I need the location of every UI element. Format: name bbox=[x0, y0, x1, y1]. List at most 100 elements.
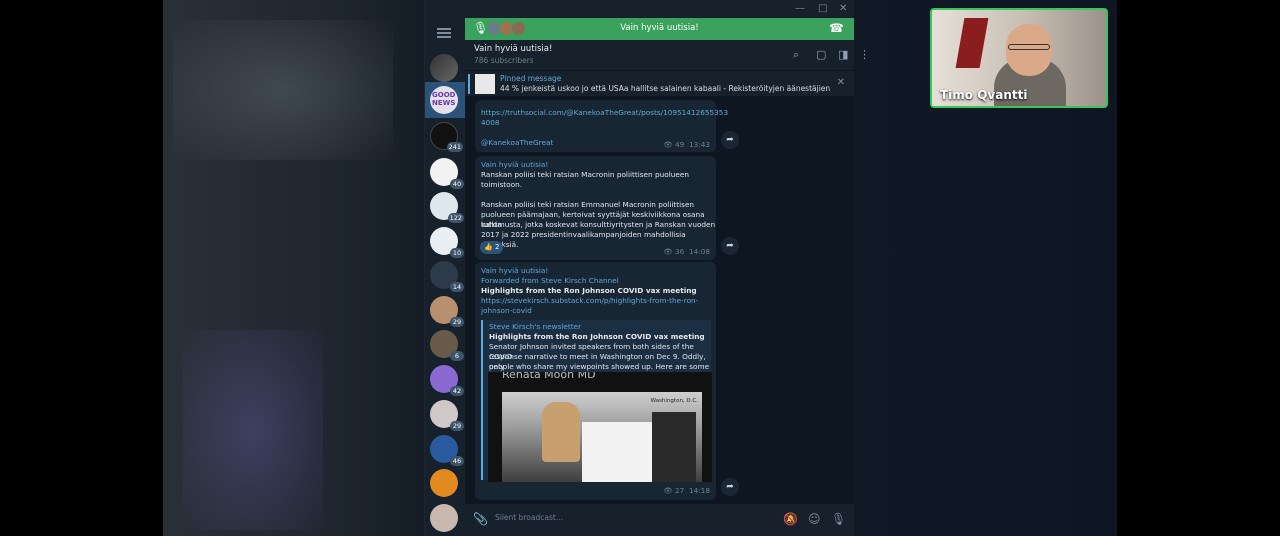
search-icon[interactable]: ⌕ bbox=[793, 48, 799, 62]
message-bubble[interactable]: Vain hyviä uutisia! Ranskan poliisi teki… bbox=[475, 156, 716, 260]
message-link[interactable]: johnson-covid bbox=[481, 306, 532, 316]
views-icon: 👁 bbox=[663, 486, 673, 495]
chat-avatar[interactable]: 29 bbox=[430, 400, 464, 431]
channel-header[interactable]: Vain hyviä uutisia! 786 subscribers ⌕ ▢ … bbox=[465, 40, 870, 70]
message-title: Highlights from the Ron Johnson COVID va… bbox=[481, 286, 697, 295]
video-sign bbox=[582, 422, 652, 482]
video-frame: Washington, D.C. bbox=[502, 392, 702, 482]
chat-avatar[interactable]: 42 bbox=[430, 365, 464, 396]
view-count: 36 bbox=[675, 247, 685, 256]
message-time: 14:08 bbox=[688, 247, 710, 256]
chat-avatar[interactable] bbox=[430, 469, 458, 497]
message-input[interactable]: Silent broadcast... bbox=[495, 513, 563, 522]
chat-list-sidebar: GOOD NEWS 241 40 122 10 14 29 6 42 29 46 bbox=[425, 18, 465, 536]
pinned-text: 44 % jenkeistä uskoo jo että USAa hallit… bbox=[500, 84, 830, 93]
message-meta: 👁 27 14:18 bbox=[663, 486, 710, 495]
background-glow bbox=[173, 20, 393, 160]
unread-badge: 6 bbox=[450, 351, 464, 361]
pinned-message-bar[interactable]: Pinned message 44 % jenkeistä uskoo jo e… bbox=[465, 70, 854, 96]
composer-bar: 📎 Silent broadcast... 🔕 ☺ 🎙 bbox=[465, 504, 854, 536]
unread-badge: 46 bbox=[450, 456, 464, 466]
message-link[interactable]: https://stevekirsch.substack.com/p/highl… bbox=[481, 296, 698, 306]
webcam-overlay: Timo Qvantti bbox=[930, 8, 1108, 108]
voice-chat-bar[interactable]: 🎙 Vain hyviä uutisia! ☎ bbox=[465, 18, 854, 40]
video-person bbox=[652, 412, 696, 482]
glasses bbox=[1008, 44, 1050, 50]
close-icon[interactable]: ✕ bbox=[837, 77, 845, 88]
unread-badge: 42 bbox=[450, 386, 464, 396]
view-count: 49 bbox=[675, 140, 685, 149]
message-sender[interactable]: Vain hyviä uutisia! bbox=[481, 266, 548, 276]
unread-badge: 29 bbox=[450, 421, 464, 431]
message-time: 13:43 bbox=[688, 140, 710, 149]
chat-avatar[interactable]: 6 bbox=[430, 330, 464, 361]
more-options-icon[interactable]: ⋮ bbox=[859, 48, 870, 61]
views-icon: 👁 bbox=[663, 247, 673, 256]
message-bubble[interactable]: Vain hyviä uutisia! Forwarded from Steve… bbox=[475, 262, 716, 500]
message-mention[interactable]: @KanekoaTheGreat bbox=[481, 138, 553, 148]
chat-avatar-good-news[interactable]: GOOD NEWS bbox=[430, 86, 458, 114]
video-person bbox=[542, 402, 580, 462]
chat-avatar[interactable]: 241 bbox=[430, 122, 463, 152]
sidebar-toggle-icon[interactable]: ◨ bbox=[838, 48, 848, 61]
message-time: 14:18 bbox=[688, 486, 710, 495]
message-sender[interactable]: Vain hyviä uutisia! bbox=[481, 160, 548, 170]
share-button[interactable]: ➦ bbox=[721, 478, 739, 496]
pinned-indicator bbox=[468, 74, 470, 94]
avatar-logo: GOOD NEWS bbox=[432, 91, 456, 107]
unread-badge: 122 bbox=[447, 213, 464, 223]
chat-avatar[interactable]: 122 bbox=[430, 192, 464, 223]
message-link[interactable]: 4008 bbox=[481, 118, 500, 128]
pinned-label: Pinned message bbox=[500, 74, 562, 83]
preview-title: Highlights from the Ron Johnson COVID va… bbox=[489, 332, 705, 341]
comments-icon[interactable]: ▢ bbox=[816, 48, 826, 61]
share-button[interactable]: ➦ bbox=[721, 131, 739, 149]
share-button[interactable]: ➦ bbox=[721, 237, 739, 255]
chat-avatar[interactable] bbox=[430, 54, 458, 82]
pinned-thumbnail bbox=[475, 74, 495, 94]
chat-avatar[interactable]: 40 bbox=[430, 158, 464, 189]
emoji-icon[interactable]: ☺ bbox=[808, 512, 821, 526]
unread-badge: 14 bbox=[450, 282, 464, 292]
message-text: tutkimusta, jotka koskevat konsulttiyrit… bbox=[481, 220, 716, 229]
unread-badge: 40 bbox=[450, 179, 464, 189]
preview-video[interactable]: Renata Moon MD Washington, D.C. bbox=[488, 372, 712, 482]
chat-avatar[interactable]: 29 bbox=[430, 296, 464, 327]
telegram-window: — □ ✕ 🎙 Vain hyviä uutisia! ☎ GOOD NEWS 2… bbox=[424, 0, 870, 536]
unread-badge: 10 bbox=[450, 248, 464, 258]
forwarded-from[interactable]: Forwarded from Steve Kirsch Channel bbox=[481, 276, 619, 286]
message-meta: 👁 36 14:08 bbox=[663, 247, 710, 256]
message-text: Ranskan poliisi teki ratsian Emmanuel Ma… bbox=[481, 200, 695, 209]
leave-call-icon[interactable]: ☎ bbox=[829, 21, 844, 35]
attach-icon[interactable]: 📎 bbox=[473, 512, 488, 526]
voice-chat-title: Vain hyviä uutisia! bbox=[620, 23, 699, 33]
view-count: 27 bbox=[675, 486, 685, 495]
reaction-chip[interactable]: 👍 2 bbox=[480, 241, 504, 254]
screen: — □ ✕ 🎙 Vain hyviä uutisia! ☎ GOOD NEWS 2… bbox=[0, 0, 1280, 536]
channel-name: Vain hyviä uutisia! bbox=[474, 44, 553, 54]
menu-icon[interactable] bbox=[437, 28, 451, 38]
background-glow bbox=[183, 330, 323, 530]
chat-avatar[interactable]: 46 bbox=[430, 435, 464, 466]
subscriber-count: 786 subscribers bbox=[474, 56, 534, 65]
chat-avatar[interactable]: 14 bbox=[430, 261, 464, 292]
window-titlebar: — □ ✕ bbox=[425, 0, 854, 18]
message-link[interactable]: https://truthsocial.com/@KanekoaTheGreat… bbox=[481, 108, 728, 118]
maximize-icon[interactable]: □ bbox=[818, 3, 827, 14]
chat-avatar[interactable]: 10 bbox=[430, 227, 464, 258]
preview-site: Steve Kirsch's newsletter bbox=[489, 322, 582, 331]
message-meta: 👁 49 13:43 bbox=[663, 140, 710, 149]
video-location: Washington, D.C. bbox=[650, 398, 698, 404]
person-head bbox=[1006, 24, 1052, 76]
message-list: https://truthsocial.com/@KanekoaTheGreat… bbox=[465, 96, 854, 504]
microphone-icon[interactable]: 🎙 bbox=[831, 512, 846, 526]
mute-notification-icon[interactable]: 🔕 bbox=[783, 512, 798, 526]
views-icon: 👁 bbox=[663, 140, 673, 149]
chat-avatar[interactable] bbox=[430, 504, 458, 532]
close-window-icon[interactable]: ✕ bbox=[839, 3, 847, 14]
message-bubble[interactable]: https://truthsocial.com/@KanekoaTheGreat… bbox=[475, 100, 728, 152]
message-text: Ranskan poliisi teki ratsian Macronin po… bbox=[481, 170, 689, 179]
minimize-icon[interactable]: — bbox=[795, 3, 805, 14]
link-preview[interactable]: Steve Kirsch's newsletter Highlights fro… bbox=[481, 320, 712, 482]
video-caption: Renata Moon MD bbox=[502, 372, 596, 381]
